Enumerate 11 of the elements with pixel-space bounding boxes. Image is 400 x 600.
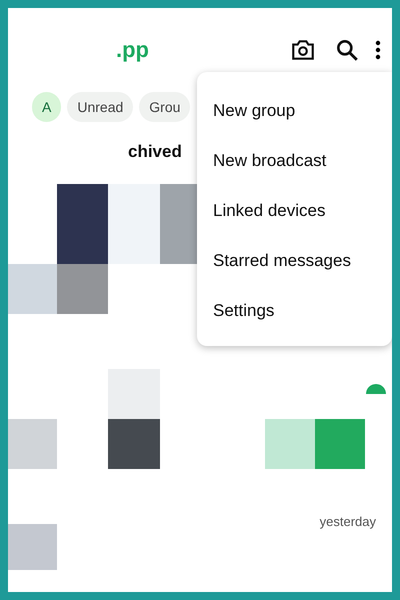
menu-item[interactable]: Starred messages xyxy=(197,236,392,286)
menu-item[interactable]: Linked devices xyxy=(197,186,392,236)
chat-time: yesterday xyxy=(320,514,376,529)
filter-chip[interactable]: A xyxy=(32,92,62,122)
search-icon[interactable] xyxy=(334,37,360,63)
filter-chip[interactable]: Grou xyxy=(139,92,190,122)
menu-item[interactable]: New group xyxy=(197,86,392,136)
filter-chip[interactable]: Unread xyxy=(67,92,134,122)
app-title: .pp xyxy=(116,37,150,63)
menu-item[interactable]: Settings xyxy=(197,286,392,336)
menu-item[interactable]: New broadcast xyxy=(197,136,392,186)
